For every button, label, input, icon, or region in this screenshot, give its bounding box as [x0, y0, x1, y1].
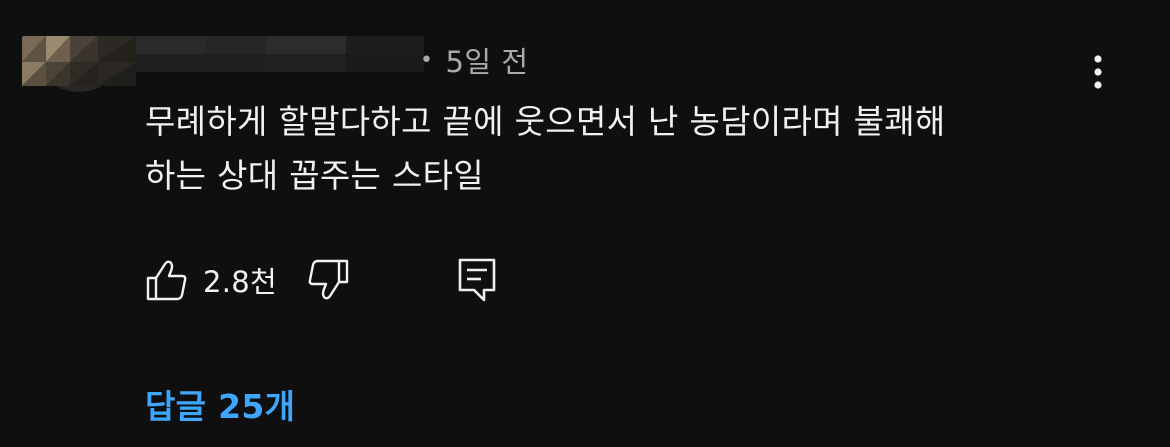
separator-dot: • — [420, 47, 434, 73]
thumbs-down-icon — [308, 259, 349, 300]
avatar[interactable] — [22, 36, 136, 102]
username-blur-image — [136, 36, 424, 72]
comment-body: 무례하게 할말다하고 끝에 웃으면서 난 농담이라며 불쾌해 하는 상대 꼽주는… — [145, 102, 946, 195]
like-button[interactable] — [145, 255, 189, 305]
thumbs-up-icon — [146, 260, 187, 301]
dislike-button[interactable] — [305, 255, 351, 305]
comment-meta: • 5일 전 — [420, 40, 529, 80]
username-redacted[interactable] — [136, 36, 424, 72]
kebab-menu-icon — [1094, 55, 1102, 89]
avatar-pixelated-image — [22, 36, 136, 102]
comment-action-bar: 2.8천 — [145, 252, 499, 308]
like-count: 2.8천 — [203, 265, 277, 299]
more-options-button[interactable] — [1080, 50, 1116, 94]
reply-button[interactable] — [455, 255, 499, 305]
comment-timestamp[interactable]: 5일 전 — [445, 39, 528, 81]
reply-comment-icon — [458, 258, 496, 302]
view-replies-button[interactable]: 답글 25개 — [145, 380, 295, 428]
